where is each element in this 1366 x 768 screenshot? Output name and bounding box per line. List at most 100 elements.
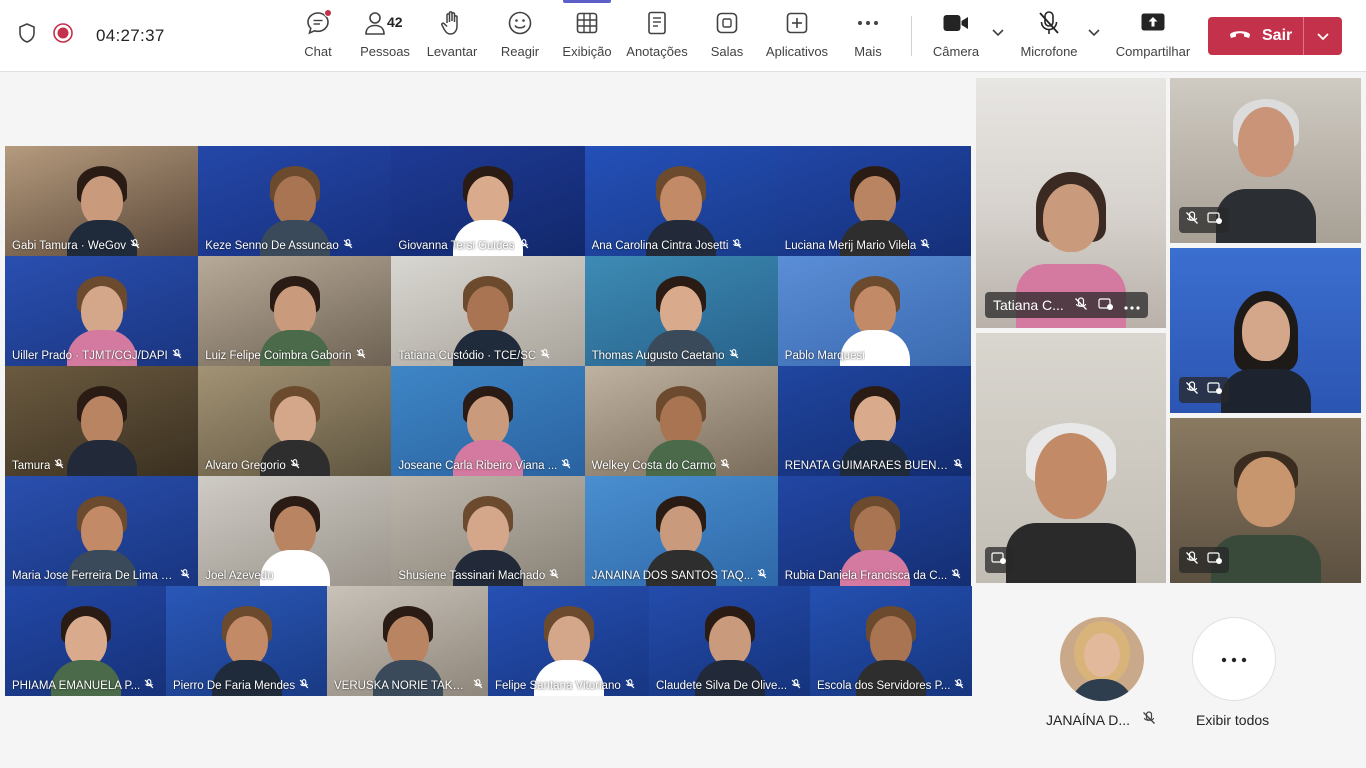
participant-tile[interactable]: Thomas Augusto Caetano (584, 256, 779, 366)
participant-tile[interactable]: PHIAMA EMANUELA P... (5, 586, 167, 696)
participant-tile[interactable]: Uiller Prado · TJMT/CGJ/DAPI (5, 256, 199, 366)
view-button[interactable]: Exibição (561, 8, 613, 66)
people-label: Pessoas (360, 44, 410, 59)
video-tile-right-4[interactable] (1170, 418, 1361, 583)
participant-name: Thomas Augusto Caetano (591, 349, 725, 362)
featured-video-tatiana[interactable]: Tatiana C... (976, 78, 1166, 328)
react-button[interactable]: Reagir (500, 8, 540, 66)
participant-tile[interactable]: Gabi Tamura · WeGov (5, 146, 199, 256)
participant-tile[interactable]: Welkey Costa do Carmo (584, 366, 779, 476)
mic-muted-icon (299, 679, 309, 692)
mic-muted-icon (729, 349, 739, 362)
raise-hand-button[interactable]: Levantar (426, 8, 478, 66)
participant-tile[interactable]: Rubia Daniela Francisca da C... (777, 476, 972, 586)
participant-name: RENATA GUIMARAES BUENO... (784, 459, 949, 472)
recording-icon (52, 22, 74, 49)
participant-name-tag: Pablo Marquesi (785, 349, 879, 362)
share-button[interactable]: Compartilhar (1113, 8, 1193, 66)
microphone-button[interactable]: Microfone (1018, 8, 1080, 66)
mic-muted-icon (869, 349, 879, 362)
participant-tile[interactable]: Luciana Merij Mario Vilela (777, 146, 972, 256)
avatar-face (1084, 633, 1120, 677)
participant-name: Luciana Merij Mario Vilela (784, 239, 917, 252)
participant-name: Welkey Costa do Carmo (591, 459, 717, 472)
participant-tile[interactable]: Escola dos Servidores P... (810, 586, 972, 696)
participant-tile[interactable]: Keze Senno De Assuncao (198, 146, 392, 256)
unread-dot (324, 9, 332, 17)
camera-options-chevron-icon[interactable] (990, 24, 1008, 42)
grid-icon (572, 8, 602, 38)
mic-muted-icon (953, 459, 963, 472)
video-tile-right-2[interactable] (1170, 248, 1361, 413)
people-button[interactable]: 42 Pessoas (360, 8, 410, 66)
participant-tile[interactable]: Luiz Felipe Coimbra Gaborin (198, 256, 392, 366)
leave-options-chevron-icon[interactable] (1304, 17, 1342, 55)
participant-name: Shusiene Tassinari Machado (398, 569, 546, 582)
participant-tile[interactable]: Joseane Carla Ribeiro Viana ... (391, 366, 586, 476)
camera-label: Câmera (932, 44, 980, 59)
chat-button[interactable]: Chat (300, 8, 336, 66)
mic-off-icon (1034, 8, 1064, 38)
participant-name: Ana Carolina Cintra Josetti (591, 239, 729, 252)
people-icon: 42 (361, 8, 409, 38)
participant-name: Pierro De Faria Mendes (173, 679, 296, 692)
video-tile-right-1[interactable] (1170, 78, 1361, 243)
camera-button[interactable]: Câmera (932, 8, 980, 66)
shield-icon[interactable] (16, 22, 38, 49)
avatar-name-row: JANAÍNA D... (1046, 711, 1156, 728)
participant-name: Joel Azevedo (205, 569, 274, 582)
participant-tile[interactable]: RENATA GUIMARAES BUENO... (777, 366, 972, 476)
participant-name: Luiz Felipe Coimbra Gaborin (205, 349, 352, 362)
more-options-icon[interactable] (1124, 297, 1140, 313)
people-count: 42 (387, 14, 403, 30)
rooms-button[interactable]: Salas (709, 8, 745, 66)
participant-figure (66, 386, 137, 476)
video-tile-right-3[interactable] (976, 333, 1166, 583)
chat-icon (303, 8, 333, 38)
participant-name-tag: JANAÍNA DOS SANTOS TAQ... (592, 569, 768, 582)
participant-tile[interactable]: Joel Azevedo (198, 476, 392, 586)
mic-muted-icon (290, 459, 300, 472)
hang-up-icon (1228, 27, 1252, 46)
participant-tile[interactable]: VERUSKA NORIE TAKA... (327, 586, 489, 696)
leave-label: Sair (1262, 27, 1293, 44)
participant-tile[interactable]: Maria Jose Ferreira De Lima S... (5, 476, 199, 586)
participant-tile[interactable]: Tatiana Custódio · TCE/SC (391, 256, 586, 366)
participant-name-tag: Pierro De Faria Mendes (173, 679, 309, 692)
more-button[interactable]: Mais (852, 8, 884, 66)
participant-name-tag: Felipe Santana Vitoriano (495, 679, 635, 692)
participant-name-tag: Giovanna Tersi Guides (398, 239, 528, 252)
participant-name-tag: Claudete Silva De Olive... (656, 679, 801, 692)
share-icon (1138, 8, 1168, 38)
mic-muted-icon (954, 679, 964, 692)
participant-tile[interactable]: Felipe Santana Vitoriano (488, 586, 650, 696)
participant-tile[interactable]: JANAÍNA DOS SANTOS TAQ... (584, 476, 779, 586)
mic-options-chevron-icon[interactable] (1086, 24, 1104, 42)
mic-muted-icon (356, 349, 366, 362)
video-pin-icon (1207, 381, 1223, 400)
rooms-label: Salas (710, 44, 744, 59)
participant-tile[interactable]: Ana Carolina Cintra Josetti (584, 146, 779, 256)
leave-button[interactable]: Sair (1208, 17, 1342, 55)
avatar[interactable] (1060, 617, 1144, 701)
participant-tile[interactable]: Pablo Marquesi (777, 256, 972, 366)
participant-tile[interactable]: Pierro De Faria Mendes (166, 586, 328, 696)
participant-tile[interactable]: Giovanna Tersi Guides (391, 146, 586, 256)
featured-name-tag: Tatiana C... (985, 292, 1148, 318)
tile-status-icons (1179, 377, 1229, 403)
participant-name-tag: Joel Azevedo (205, 569, 287, 582)
participant-name: Joseane Carla Ribeiro Viana ... (398, 459, 558, 472)
camera-icon (941, 8, 971, 38)
participant-tile[interactable]: Claudete Silva De Olive... (649, 586, 811, 696)
notes-button[interactable]: Anotações (625, 8, 689, 66)
mic-muted-icon (540, 349, 550, 362)
participant-name: Escola dos Servidores P... (817, 679, 951, 692)
participant-tile[interactable]: Shusiene Tassinari Machado (391, 476, 586, 586)
apps-button[interactable]: Aplicativos (764, 8, 830, 66)
leave-main[interactable]: Sair (1208, 17, 1303, 55)
participant-tile[interactable]: Alvaro Gregorio (198, 366, 392, 476)
participant-tile[interactable]: Tamura (5, 366, 199, 476)
participant-figure (1220, 291, 1311, 413)
participant-name-tag: Rubia Daniela Francisca da C... (785, 569, 961, 582)
show-all-button[interactable] (1192, 617, 1276, 701)
